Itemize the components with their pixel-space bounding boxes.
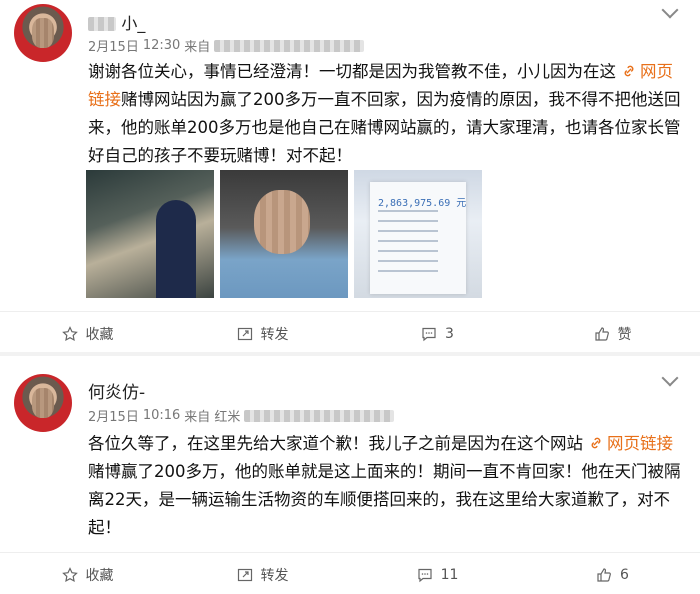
repost-button[interactable]: 转发: [175, 553, 350, 594]
statement-amount: 2,863,975.69 元: [378, 198, 467, 209]
post-meta: 2月15日 12:30 来自: [88, 36, 365, 55]
post-content: 各位久等了，在这里先给大家道个歉！我儿子之前是因为在这个网站 网页链接赌博赢了20…: [88, 434, 681, 537]
share-icon: [237, 327, 252, 340]
source-blurred: [244, 409, 395, 422]
chevron-down-icon[interactable]: [661, 1, 679, 19]
post-card: 小_ 2月15日 12:30 来自 谢谢各位关心，事情已经澄清！一切都是因为我管…: [0, 0, 700, 352]
action-bar: 收藏 转发 11 6: [0, 552, 700, 594]
web-link[interactable]: 网页链接: [583, 434, 673, 453]
like-button[interactable]: 赞: [525, 312, 700, 355]
username[interactable]: 小_: [88, 10, 145, 34]
avatar[interactable]: [14, 374, 72, 432]
link-icon: [591, 437, 601, 449]
avatar[interactable]: [14, 4, 72, 62]
star-icon: [61, 566, 78, 582]
collect-button[interactable]: 收藏: [0, 553, 175, 594]
repost-button[interactable]: 转发: [175, 312, 350, 355]
post-content: 谢谢各位关心，事情已经澄清！一切都是因为我管教不佳，小儿因为在这 网页链接赌博网站…: [88, 62, 681, 165]
comment-icon: [417, 568, 432, 582]
action-bar: 收藏 转发 3 赞: [0, 311, 700, 355]
post-card: 何炎仿- 2月15日 10:16 来自 红米 各位久等了，在这里先给大家道个歉！…: [0, 356, 700, 594]
thumbs-up-icon: [594, 326, 609, 341]
star-icon: [61, 325, 78, 341]
link-icon: [624, 65, 634, 77]
source-blurred: [214, 39, 365, 52]
comment-icon: [422, 327, 436, 341]
photo-thumbnail[interactable]: [220, 170, 348, 298]
post-meta: 2月15日 10:16 来自 红米: [88, 406, 395, 425]
comment-button[interactable]: 3: [350, 312, 525, 355]
comment-button[interactable]: 11: [350, 553, 525, 594]
chevron-down-icon[interactable]: [661, 369, 679, 387]
collect-button[interactable]: 收藏: [0, 312, 175, 355]
photo-grid: 2,863,975.69 元: [86, 170, 482, 298]
thumbs-up-icon: [597, 567, 611, 582]
photo-thumbnail[interactable]: [86, 170, 214, 298]
photo-thumbnail[interactable]: 2,863,975.69 元: [354, 170, 482, 298]
like-button[interactable]: 6: [525, 553, 700, 594]
share-icon: [237, 568, 252, 581]
username[interactable]: 何炎仿-: [88, 378, 145, 403]
